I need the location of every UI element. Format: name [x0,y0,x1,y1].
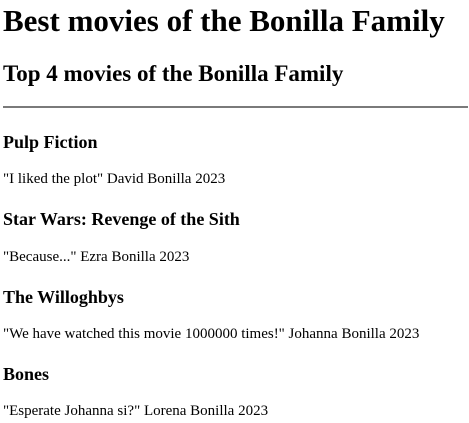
page-subtitle: Top 4 movies of the Bonilla Family [3,61,344,86]
movie-review: "I liked the plot" David Bonilla 2023 [3,171,226,187]
movie-review: "Because..." Ezra Bonilla 2023 [3,249,190,265]
movie-title: Bones [3,364,50,384]
movie-review: "We have watched this movie 1000000 time… [3,326,420,342]
page-title: Best movies of the Bonilla Family [3,3,445,38]
movie-review: "Esperate Johanna si?" Lorena Bonilla 20… [3,403,269,419]
movie-title: Star Wars: Revenge of the Sith [3,209,240,229]
page: Best movies of the Bonilla Family Top 4 … [0,0,469,423]
movie-title: The Willoghbys [3,287,124,307]
divider [3,106,468,108]
movie-title: Pulp Fiction [3,132,98,152]
